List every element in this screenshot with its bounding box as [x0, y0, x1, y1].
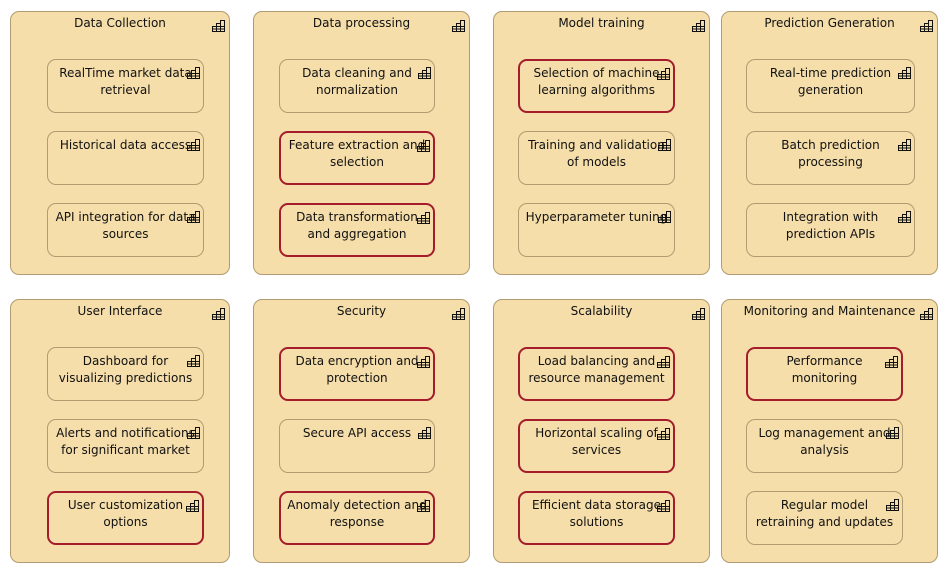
- function-label: RealTime market data retrieval: [59, 66, 192, 97]
- function-label: Efficient data storage solutions: [531, 497, 662, 529]
- function-label: Integration with prediction APIs: [782, 210, 879, 241]
- function-item[interactable]: Efficient data storage solutions: [518, 491, 675, 545]
- business-function-icon: [658, 208, 671, 223]
- function-item[interactable]: Training and validation of models: [518, 131, 675, 185]
- business-function-icon: [212, 305, 225, 320]
- function-label: Anomaly detection and response: [287, 497, 427, 529]
- business-function-icon: [898, 64, 911, 79]
- business-function-icon: [692, 305, 705, 320]
- function-label: API integration for data sources: [55, 210, 196, 241]
- function-item[interactable]: Data encryption and protection: [279, 347, 435, 401]
- function-item[interactable]: User customization options: [47, 491, 204, 545]
- business-function-icon: [417, 137, 430, 152]
- business-function-icon: [212, 17, 225, 32]
- function-label: Selection of machine learning algorithms: [533, 65, 660, 97]
- business-function-icon: [898, 136, 911, 151]
- business-function-icon: [452, 305, 465, 320]
- function-label: Data encryption and protection: [295, 353, 419, 385]
- function-label: Log management and analysis: [758, 426, 891, 457]
- business-function-icon: [657, 425, 670, 440]
- business-function-icon: [187, 64, 200, 79]
- function-label: Feature extraction and selection: [288, 137, 426, 169]
- business-function-icon: [886, 496, 899, 511]
- function-label: Load balancing and resource management: [528, 353, 665, 385]
- business-function-icon: [187, 136, 200, 151]
- group-monitoring-and-maintenance[interactable]: Monitoring and Maintenance Performance m…: [721, 299, 938, 563]
- business-function-icon: [187, 208, 200, 223]
- business-function-icon: [657, 497, 670, 512]
- function-label: Performance monitoring: [786, 353, 863, 385]
- business-function-icon: [187, 424, 200, 439]
- group-security[interactable]: Security Data encryption and protection …: [253, 299, 470, 563]
- group-model-training[interactable]: Model training Selection of machine lear…: [493, 11, 710, 275]
- business-function-icon: [920, 305, 933, 320]
- group-user-interface[interactable]: User Interface Dashboard for visualizing…: [10, 299, 230, 563]
- function-item[interactable]: Hyperparameter tuning: [518, 203, 675, 257]
- function-item[interactable]: Selection of machine learning algorithms: [518, 59, 675, 113]
- business-function-icon: [920, 17, 933, 32]
- business-function-icon: [898, 208, 911, 223]
- function-item[interactable]: Real-time prediction generation: [746, 59, 915, 113]
- business-function-icon: [886, 424, 899, 439]
- function-item[interactable]: Horizontal scaling of services: [518, 419, 675, 473]
- group-title: Data Collection: [74, 16, 166, 30]
- function-item[interactable]: Batch prediction processing: [746, 131, 915, 185]
- function-item[interactable]: Historical data access: [47, 131, 204, 185]
- function-item[interactable]: Integration with prediction APIs: [746, 203, 915, 257]
- function-item[interactable]: API integration for data sources: [47, 203, 204, 257]
- function-item[interactable]: Alerts and notifications for significant…: [47, 419, 204, 473]
- function-item[interactable]: RealTime market data retrieval: [47, 59, 204, 113]
- group-title: Security: [336, 304, 387, 318]
- function-label: Data transformation and aggregation: [296, 209, 418, 241]
- group-title: Data processing: [312, 16, 411, 30]
- business-function-icon: [417, 353, 430, 368]
- group-title: Model training: [558, 16, 645, 30]
- business-function-icon: [692, 17, 705, 32]
- group-data-collection[interactable]: Data Collection RealTime market data ret…: [10, 11, 230, 275]
- function-label: Batch prediction processing: [781, 138, 880, 169]
- business-function-icon: [186, 497, 199, 512]
- business-function-icon: [417, 209, 430, 224]
- function-item[interactable]: Dashboard for visualizing predictions: [47, 347, 204, 401]
- function-item[interactable]: Feature extraction and selection: [279, 131, 435, 185]
- function-label: Real-time prediction generation: [769, 66, 892, 97]
- function-label: Training and validation of models: [528, 138, 665, 169]
- function-item[interactable]: Secure API access: [279, 419, 435, 473]
- function-label: Secure API access: [302, 426, 412, 440]
- function-label: Hyperparameter tuning: [525, 210, 668, 224]
- function-label: Dashboard for visualizing predictions: [58, 354, 193, 385]
- business-function-icon: [418, 64, 431, 79]
- function-label: Historical data access: [59, 138, 192, 152]
- group-title: Scalability: [570, 304, 633, 318]
- function-item[interactable]: Load balancing and resource management: [518, 347, 675, 401]
- group-scalability[interactable]: Scalability Load balancing and resource …: [493, 299, 710, 563]
- function-item[interactable]: Log management and analysis: [746, 419, 903, 473]
- function-item[interactable]: Data cleaning and normalization: [279, 59, 435, 113]
- business-function-icon: [658, 136, 671, 151]
- group-title: Prediction Generation: [764, 16, 895, 30]
- business-function-icon: [885, 353, 898, 368]
- group-title: User Interface: [77, 304, 163, 318]
- function-label: Regular model retraining and updates: [755, 498, 894, 529]
- business-function-icon: [452, 17, 465, 32]
- function-label: User customization options: [67, 497, 184, 529]
- function-label: Alerts and notifications for significant…: [56, 426, 195, 457]
- business-function-icon: [417, 497, 430, 512]
- business-function-icon: [418, 424, 431, 439]
- function-item[interactable]: Regular model retraining and updates: [746, 491, 903, 545]
- group-prediction-generation[interactable]: Prediction Generation Real-time predicti…: [721, 11, 938, 275]
- function-item[interactable]: Anomaly detection and response: [279, 491, 435, 545]
- group-data-processing[interactable]: Data processing Data cleaning and normal…: [253, 11, 470, 275]
- business-function-icon: [187, 352, 200, 367]
- business-function-icon: [657, 353, 670, 368]
- function-item[interactable]: Performance monitoring: [746, 347, 903, 401]
- function-item[interactable]: Data transformation and aggregation: [279, 203, 435, 257]
- group-title: Monitoring and Maintenance: [743, 304, 916, 318]
- business-function-icon: [657, 65, 670, 80]
- function-label: Data cleaning and normalization: [302, 66, 412, 97]
- function-label: Horizontal scaling of services: [535, 425, 658, 457]
